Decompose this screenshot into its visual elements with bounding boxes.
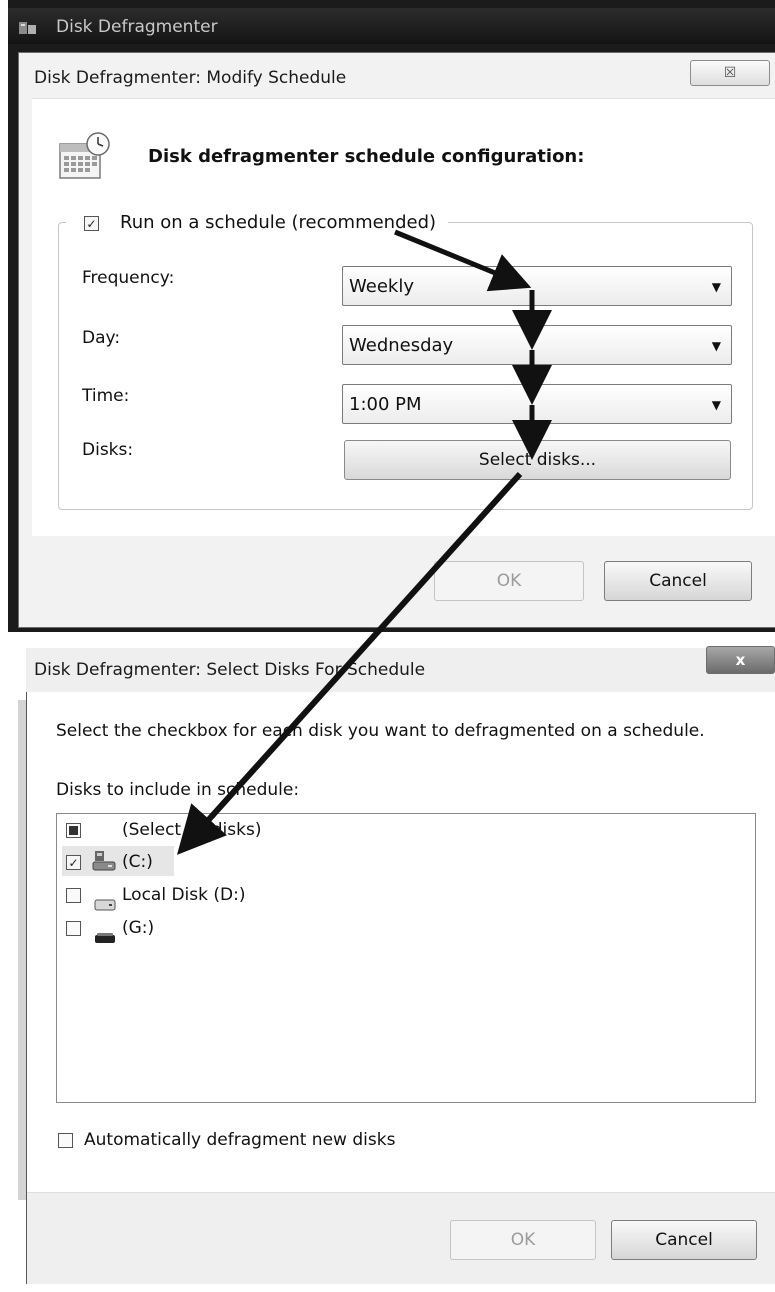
disk-g-label: (G:): [122, 918, 155, 938]
ok-button[interactable]: OK: [434, 561, 584, 601]
close-icon: ☒: [723, 65, 737, 81]
close-icon: x: [735, 651, 746, 669]
disk-d-checkbox[interactable]: [66, 888, 81, 903]
instruction-text: Select the checkbox for each disk you wa…: [56, 721, 705, 741]
time-dropdown[interactable]: 1:00 PM ▼: [342, 384, 732, 424]
disk-c-checkbox[interactable]: ✓: [66, 855, 81, 870]
checkmark-icon: ✓: [68, 856, 79, 870]
defragmenter-app-icon: [18, 20, 38, 36]
select-disks-title: Disk Defragmenter: Select Disks For Sche…: [34, 660, 426, 680]
run-on-schedule-label: Run on a schedule (recommended): [120, 212, 437, 233]
frequency-label: Frequency:: [82, 268, 175, 288]
checkmark-icon: ✓: [86, 217, 97, 231]
ok-button[interactable]: OK: [450, 1220, 596, 1260]
chevron-down-icon: ▼: [711, 398, 721, 412]
frequency-dropdown[interactable]: Weekly ▼: [342, 266, 732, 306]
time-value: 1:00 PM: [349, 394, 422, 415]
hard-drive-icon: [94, 896, 116, 911]
close-button[interactable]: x: [706, 646, 775, 674]
auto-defrag-label: Automatically defragment new disks: [84, 1130, 396, 1150]
schedule-config-heading: Disk defragmenter schedule configuration…: [148, 146, 585, 167]
calendar-clock-icon: [58, 130, 114, 186]
disks-label: Disks:: [82, 440, 134, 460]
select-all-checkbox[interactable]: [66, 823, 81, 838]
chevron-down-icon: ▼: [711, 280, 721, 294]
dialog-shadow: [18, 700, 26, 1200]
chevron-down-icon: ▼: [711, 339, 721, 353]
disk-c-label: (C:): [122, 852, 153, 872]
day-dropdown[interactable]: Wednesday ▼: [342, 325, 732, 365]
frequency-value: Weekly: [349, 276, 414, 297]
indeterminate-icon: [69, 826, 78, 835]
disk-d-label: Local Disk (D:): [122, 885, 246, 905]
close-button[interactable]: ☒: [690, 60, 770, 86]
auto-defrag-checkbox[interactable]: [58, 1133, 73, 1148]
modify-schedule-title: Disk Defragmenter: Modify Schedule: [34, 68, 347, 88]
select-all-label: (Select all disks): [122, 820, 262, 840]
disks-list-label: Disks to include in schedule:: [56, 780, 300, 800]
external-drive-icon: [94, 929, 115, 943]
select-disks-button[interactable]: Select disks...: [344, 440, 731, 480]
system-drive-icon: [92, 850, 116, 872]
cancel-button[interactable]: Cancel: [604, 561, 752, 601]
disk-g-checkbox[interactable]: [66, 921, 81, 936]
day-value: Wednesday: [349, 335, 454, 356]
cancel-button[interactable]: Cancel: [611, 1220, 757, 1260]
run-on-schedule-checkbox[interactable]: ✓: [84, 216, 99, 231]
time-label: Time:: [82, 386, 130, 406]
day-label: Day:: [82, 328, 121, 348]
parent-window-title: Disk Defragmenter: [56, 17, 218, 37]
